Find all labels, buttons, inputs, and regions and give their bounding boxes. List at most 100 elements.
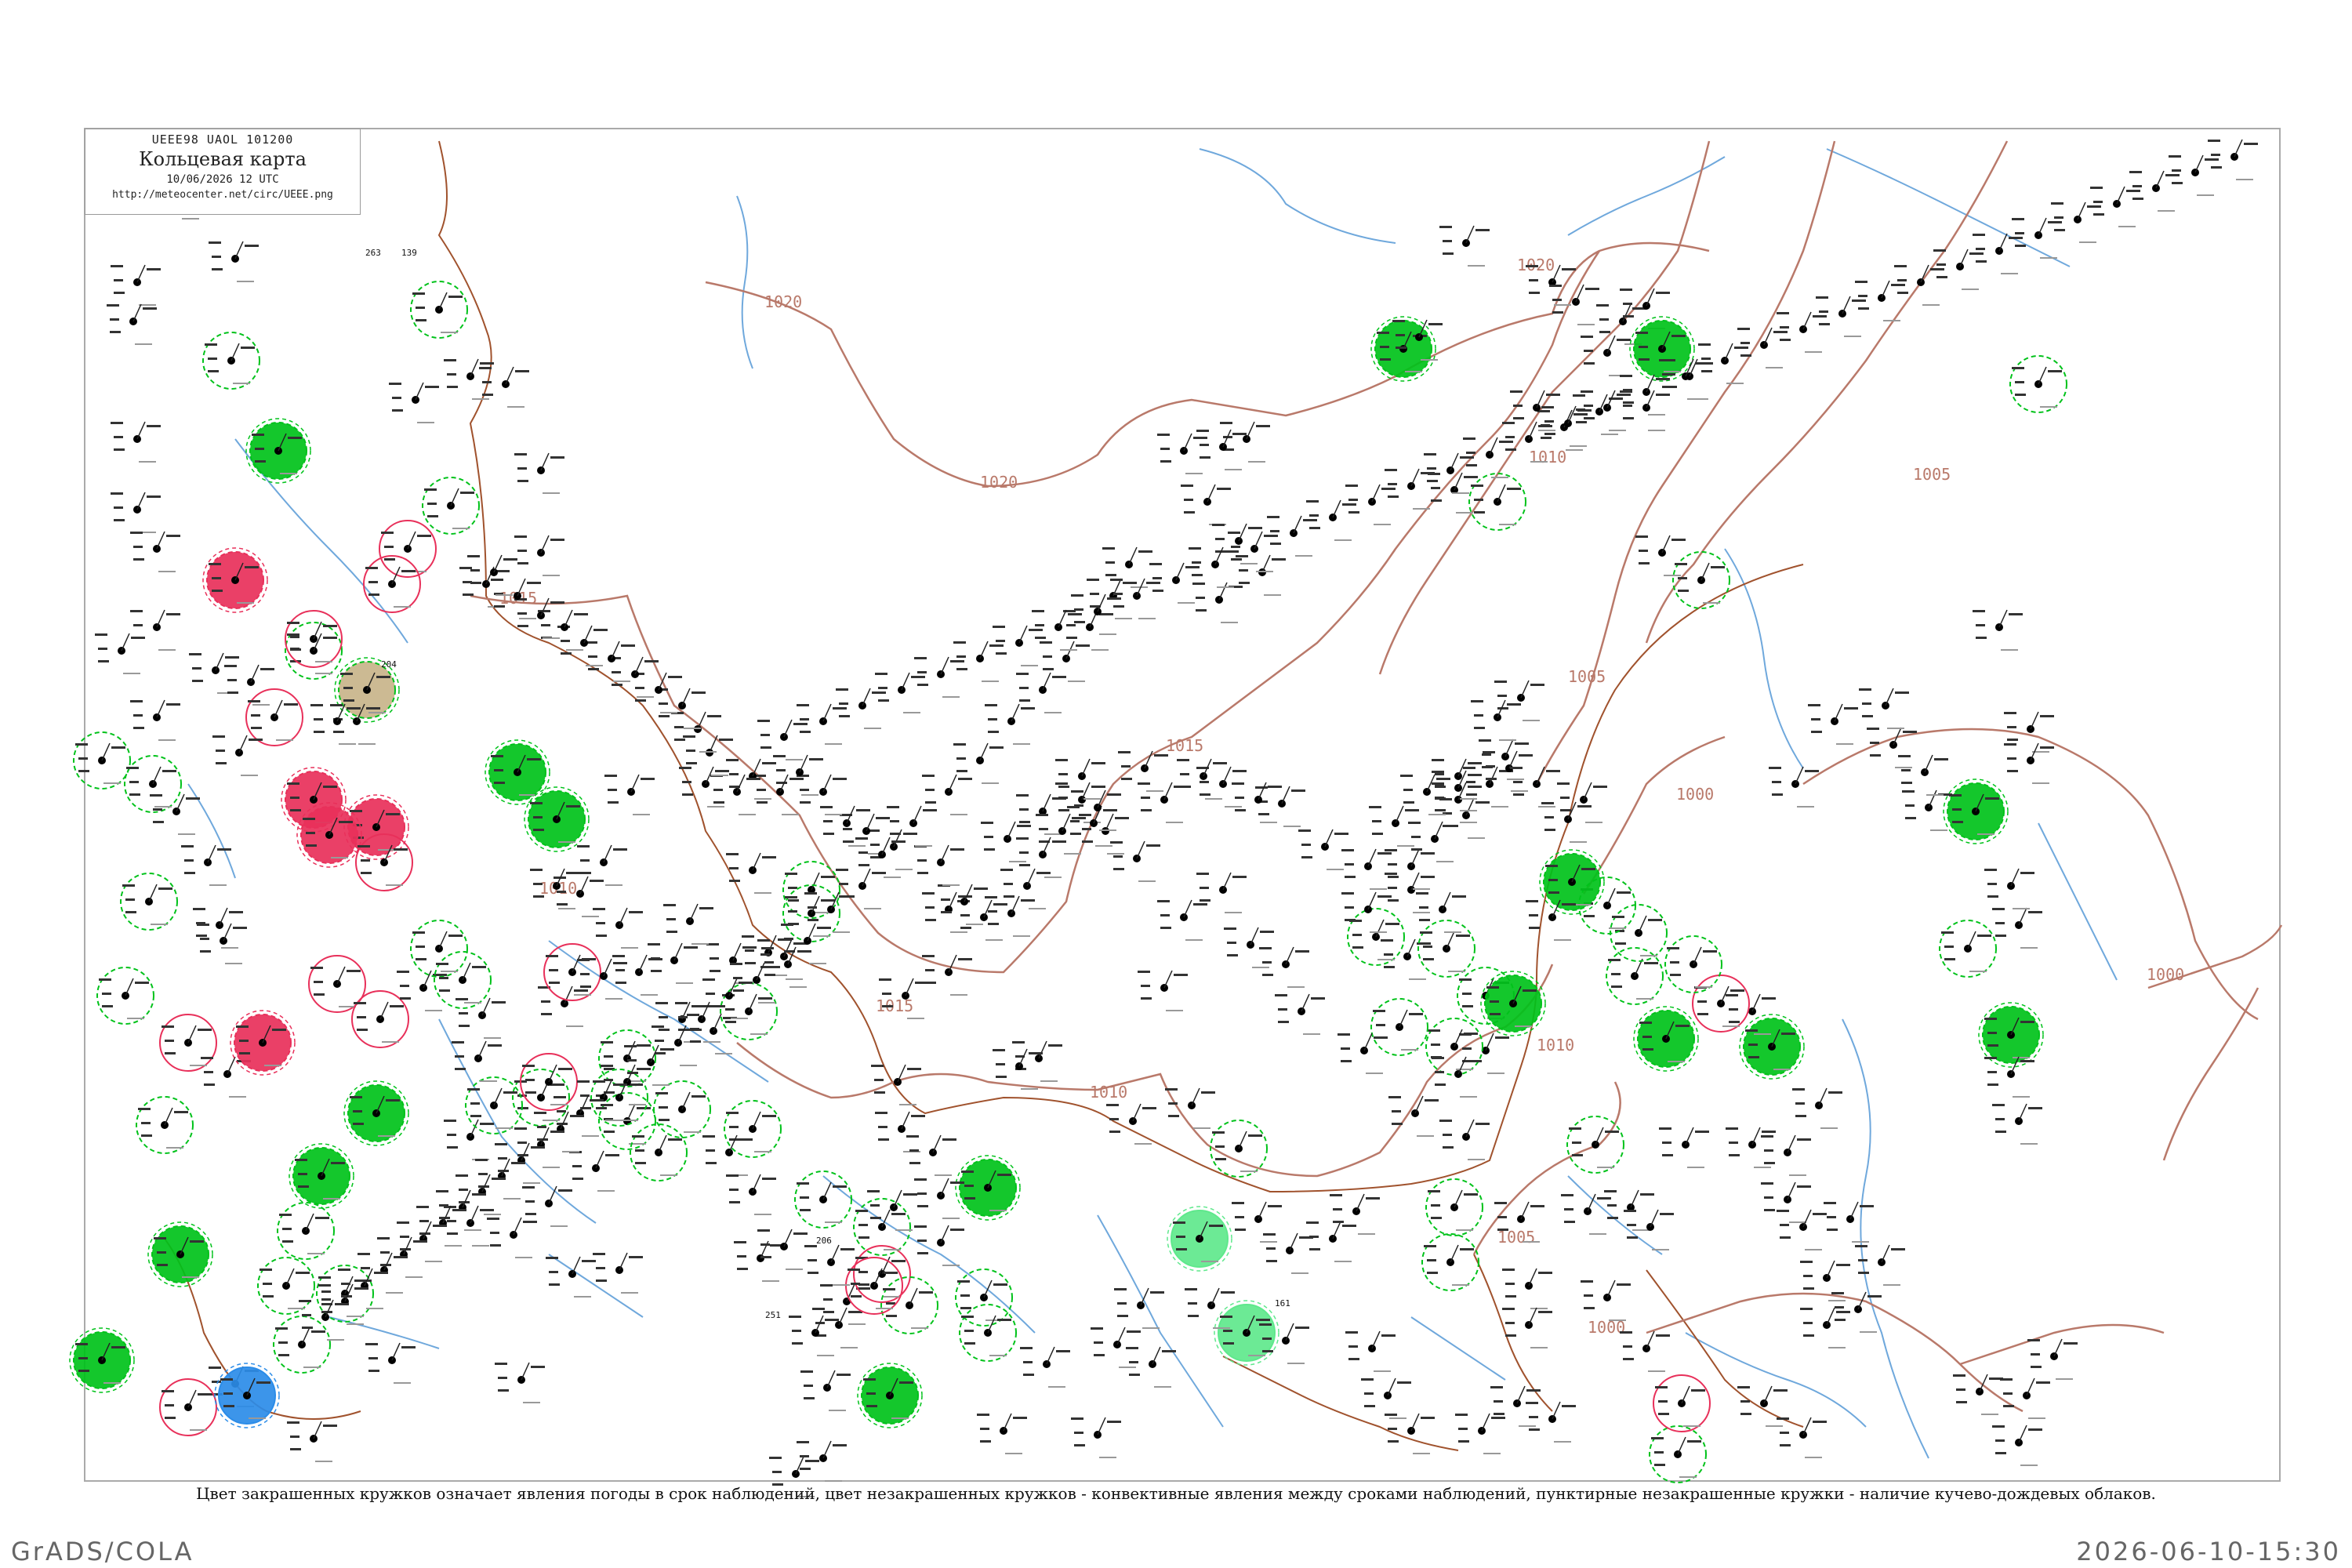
station-id-mark: [503, 1198, 521, 1200]
value-mark: [427, 515, 438, 517]
value-mark: [1984, 869, 1997, 871]
value-mark: [1505, 448, 1516, 451]
value-mark: [635, 1162, 646, 1164]
value-mark: [1200, 444, 1209, 446]
value-mark: [1560, 797, 1570, 799]
value-mark: [1748, 1056, 1759, 1058]
value-mark: [1639, 358, 1650, 361]
station-id-mark: [1554, 1441, 1571, 1443]
value-mark: [878, 699, 889, 702]
value-mark: [368, 593, 379, 596]
value-mark: [1513, 417, 1524, 419]
value-mark: [766, 966, 780, 968]
value-mark: [1995, 922, 2005, 924]
value-mark: [1654, 1464, 1665, 1466]
value-mark: [874, 1091, 885, 1094]
value-mark: [550, 1083, 564, 1086]
value-mark: [517, 612, 527, 615]
value-mark: [365, 1343, 378, 1345]
value-mark: [1110, 579, 1123, 581]
value-mark: [275, 1327, 288, 1330]
value-mark: [1562, 1405, 1576, 1407]
value-mark: [683, 735, 695, 738]
value-mark: [1729, 1142, 1738, 1144]
value-mark: [858, 1283, 869, 1286]
station-id-mark: [1291, 1272, 1308, 1274]
value-mark: [417, 535, 431, 537]
value-mark: [1455, 1414, 1468, 1416]
value-mark: [1675, 563, 1687, 565]
value-mark: [739, 982, 753, 984]
value-mark: [1905, 817, 1916, 819]
value-mark: [514, 1127, 527, 1130]
value-mark: [400, 997, 411, 1000]
value-mark: [613, 962, 627, 964]
value-mark: [710, 970, 720, 972]
value-mark: [882, 993, 891, 995]
value-mark: [491, 579, 503, 581]
value-mark: [1466, 464, 1477, 466]
value-mark: [781, 924, 793, 926]
value-mark: [660, 1048, 674, 1051]
value-mark: [1082, 840, 1093, 843]
value-mark: [511, 1162, 525, 1164]
value-mark: [1113, 855, 1123, 858]
value-mark: [1695, 362, 1709, 365]
value-mark: [1129, 1361, 1138, 1363]
value-mark: [1599, 318, 1609, 321]
value-mark: [1232, 1202, 1244, 1204]
value-mark: [878, 687, 887, 689]
value-mark: [1711, 566, 1725, 568]
value-mark: [884, 1272, 898, 1274]
value-mark: [354, 1002, 366, 1004]
value-mark: [1333, 1208, 1342, 1210]
value-mark: [1482, 766, 1493, 768]
station-id-mark: [1468, 265, 1485, 267]
value-mark: [1561, 1194, 1573, 1196]
station-id-mark: [2056, 1378, 2073, 1380]
value-mark: [122, 884, 135, 887]
value-mark: [659, 1029, 670, 1031]
value-mark: [911, 1115, 925, 1117]
station-id-mark: [680, 1065, 697, 1066]
value-mark: [1420, 931, 1432, 934]
value-mark: [107, 304, 119, 307]
value-mark: [1121, 765, 1131, 768]
value-mark: [331, 1162, 345, 1164]
value-mark: [287, 782, 299, 785]
value-mark: [315, 1217, 329, 1219]
value-mark: [730, 963, 742, 965]
station-id-mark: [1021, 1088, 1038, 1090]
value-mark: [357, 1029, 368, 1031]
value-mark: [197, 924, 209, 926]
station-id-mark: [1005, 1453, 1022, 1454]
value-mark: [492, 1001, 506, 1004]
value-mark: [561, 652, 572, 655]
value-mark: [891, 1213, 906, 1215]
station-id-mark: [2020, 1143, 2038, 1145]
value-mark: [1385, 1414, 1397, 1416]
value-mark: [439, 1204, 448, 1207]
value-mark: [1184, 499, 1193, 501]
value-mark: [1780, 1236, 1791, 1239]
value-mark: [922, 775, 935, 777]
value-mark: [318, 1284, 331, 1287]
value-mark: [1468, 774, 1482, 776]
value-mark: [911, 676, 925, 678]
station-id-mark: [1154, 1386, 1171, 1388]
value-mark: [1023, 1374, 1034, 1376]
station-id-mark: [1444, 931, 1461, 933]
value-mark: [601, 1065, 613, 1067]
value-mark: [1992, 1104, 2005, 1106]
value-mark: [1729, 1021, 1740, 1023]
value-mark: [729, 1189, 739, 1191]
value-mark: [1295, 950, 1309, 953]
value-mark: [1212, 1131, 1225, 1134]
value-mark: [1036, 872, 1051, 874]
value-mark: [1644, 962, 1658, 964]
station-id-mark: [2118, 226, 2136, 227]
value-mark: [1432, 782, 1444, 785]
station-id-mark: [507, 406, 524, 408]
value-mark: [621, 644, 635, 647]
value-mark: [745, 949, 754, 952]
